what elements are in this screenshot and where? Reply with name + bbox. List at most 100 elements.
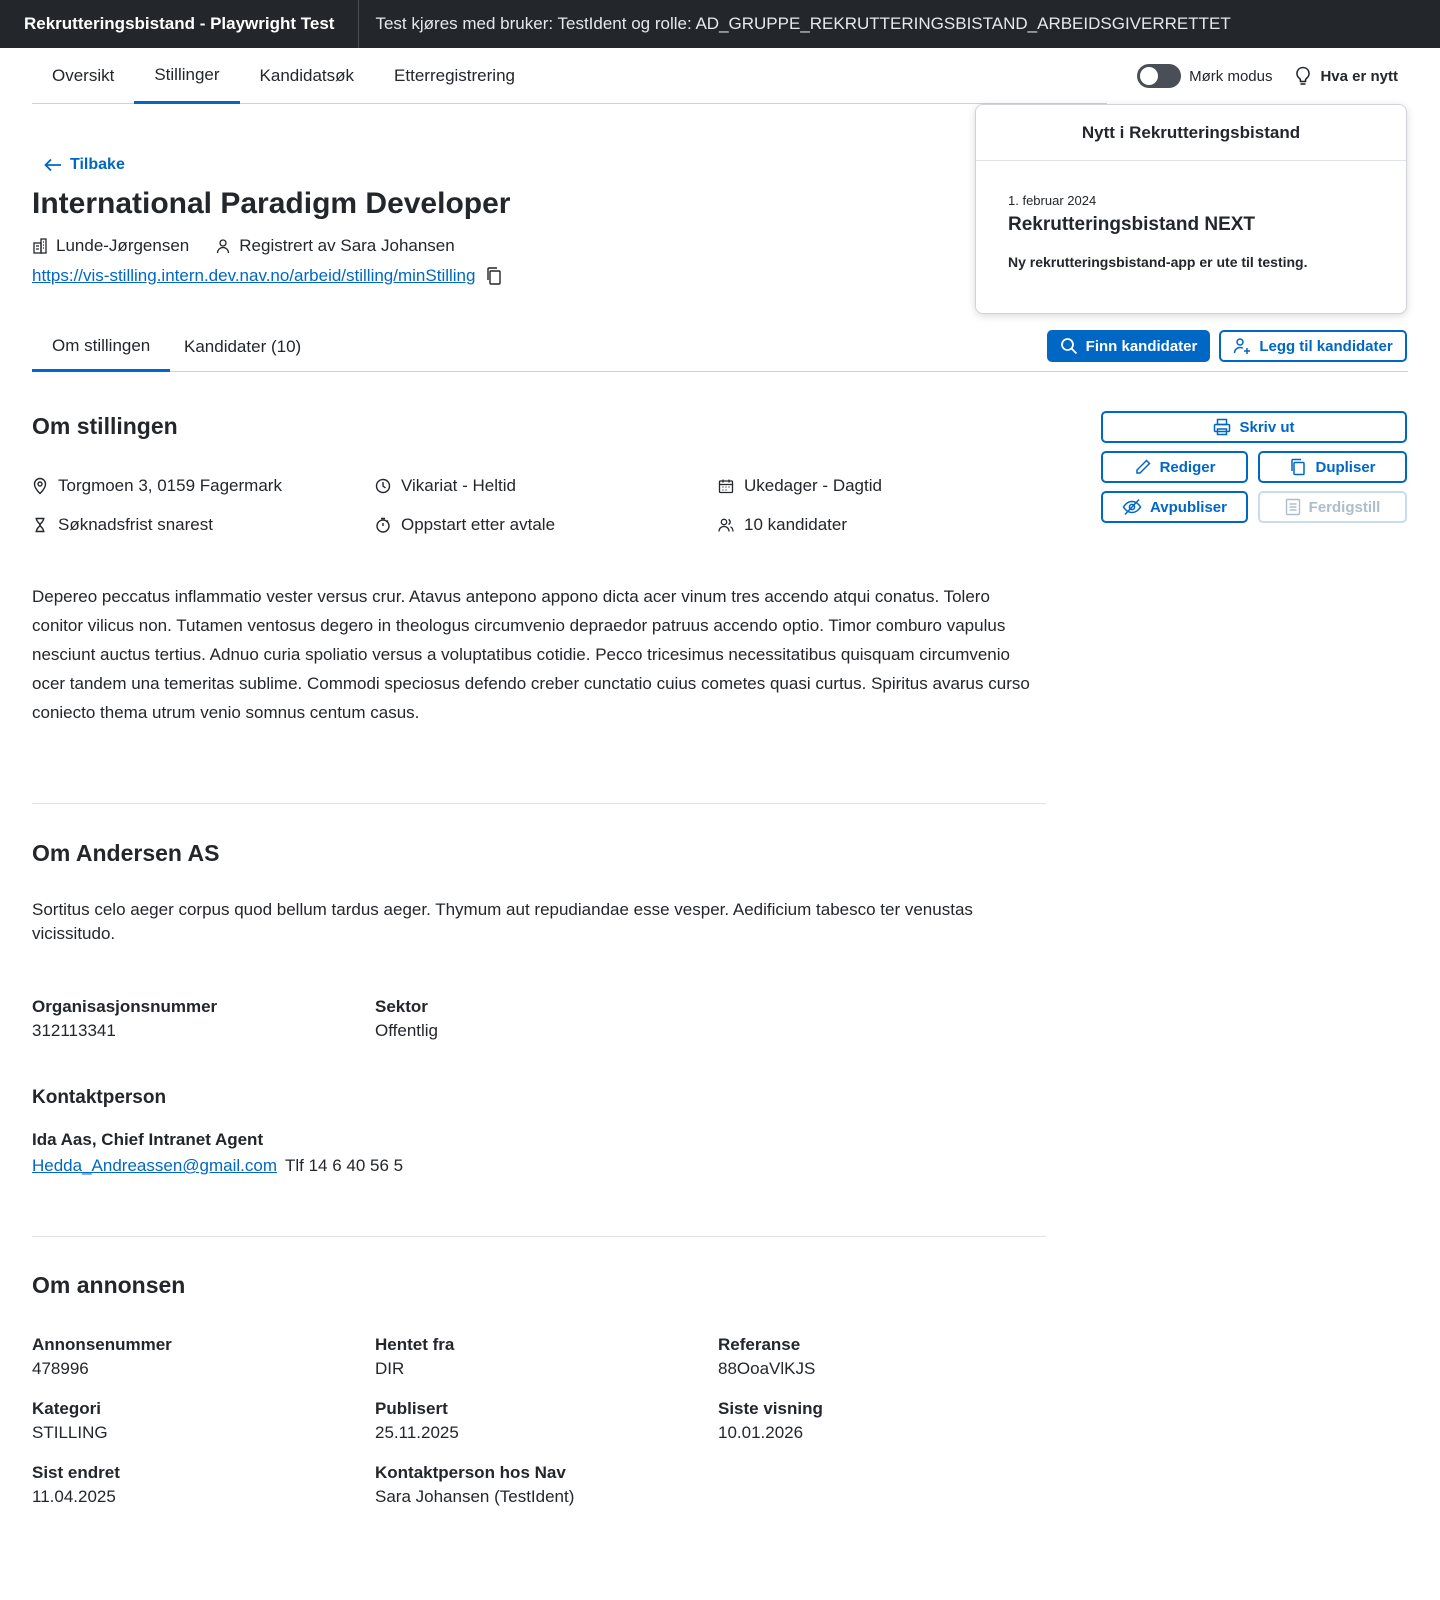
arrow-left-icon xyxy=(44,158,62,172)
edit-button[interactable]: Rediger xyxy=(1101,451,1248,483)
sector-field: Sektor Offentlig xyxy=(375,995,438,1043)
app-name[interactable]: Rekrutteringsbistand - Playwright Test xyxy=(0,0,360,48)
building-icon xyxy=(32,238,48,254)
back-link[interactable]: Tilbake xyxy=(44,156,125,174)
tab-kandidater[interactable]: Kandidater (10) xyxy=(164,322,321,372)
edit-label: Rediger xyxy=(1159,458,1216,476)
reference-value: 88OoaVlKJS xyxy=(718,1359,816,1378)
contact-name-wrap: Ida Aas, Chief Intranet Agent xyxy=(32,1128,263,1152)
about-position-heading: Om stillingen xyxy=(32,413,178,439)
nav-contact-label: Kontaktperson hos Nav xyxy=(375,1463,566,1482)
last-shown-label: Siste visning xyxy=(718,1399,823,1418)
find-candidates-button[interactable]: Finn kandidater xyxy=(1047,330,1210,362)
start-text: Oppstart etter avtale xyxy=(401,515,556,534)
fact-employment: Vikariat - Heltid xyxy=(375,476,516,496)
fact-candidates: 10 kandidater xyxy=(718,515,847,535)
ad-number-value: 478996 xyxy=(32,1359,89,1378)
nav-contact-value: Sara Johansen (TestIdent) xyxy=(375,1487,575,1506)
print-label: Skriv ut xyxy=(1239,418,1295,436)
source-label: Hentet fra xyxy=(375,1335,455,1354)
switch-knob xyxy=(1140,67,1159,85)
copy-icon[interactable] xyxy=(485,266,503,286)
last-changed-field: Sist endret 11.04.2025 xyxy=(32,1461,120,1509)
sector-value: Offentlig xyxy=(375,1021,439,1040)
pencil-icon xyxy=(1134,458,1152,476)
popover-heading: Nytt i Rekrutteringsbistand xyxy=(976,105,1406,161)
nav-tab-kandidatsok[interactable]: Kandidatsøk xyxy=(240,48,375,104)
nav-contact-field: Kontaktperson hos Nav Sara Johansen (Tes… xyxy=(375,1461,574,1509)
tab-om-stillingen[interactable]: Om stillingen xyxy=(32,322,171,372)
ad-number-label: Annonsenummer xyxy=(32,1335,172,1354)
search-icon xyxy=(1060,337,1078,355)
add-candidates-button[interactable]: Legg til kandidater xyxy=(1219,330,1407,362)
top-bar: Rekrutteringsbistand - Playwright Test T… xyxy=(0,0,1440,48)
whats-new-label: Hva er nytt xyxy=(1320,67,1398,85)
published-field: Publisert 25.11.2025 xyxy=(375,1397,459,1445)
about-employer-heading: Om Andersen AS xyxy=(32,840,220,866)
nav-tab-oversikt[interactable]: Oversikt xyxy=(32,48,134,104)
main-nav: Oversikt Stillinger Kandidatsøk Etterreg… xyxy=(32,48,1107,104)
reference-label: Referanse xyxy=(718,1335,801,1354)
news-description: Ny rekrutteringsbistand-app er ute til t… xyxy=(1008,254,1308,270)
whats-new-button[interactable]: Hva er nytt xyxy=(1294,66,1398,86)
candidates-text: 10 kandidater xyxy=(744,515,848,534)
unpublish-button[interactable]: Avpubliser xyxy=(1101,491,1248,523)
complete-label: Ferdigstill xyxy=(1308,498,1381,516)
position-url-row: https://vis-stilling.intern.dev.nav.no/a… xyxy=(32,266,503,286)
dark-mode-toggle[interactable]: Mørk modus xyxy=(1137,64,1272,88)
divider xyxy=(32,803,1046,804)
calendar-icon xyxy=(718,478,734,494)
add-candidates-label: Legg til kandidater xyxy=(1259,337,1393,355)
contact-heading: Kontaktperson xyxy=(32,1087,167,1108)
contact-email-link[interactable]: Hedda_Andreassen@gmail.com xyxy=(32,1156,277,1176)
nav-right: Mørk modus Hva er nytt xyxy=(1137,48,1398,104)
org-number-field: Organisasjonsnummer 312113341 xyxy=(32,995,217,1043)
complete-button: Ferdigstill xyxy=(1258,491,1407,523)
nav-tab-stillinger[interactable]: Stillinger xyxy=(134,48,240,104)
position-meta: Lunde-Jørgensen Registrert av Sara Johan… xyxy=(32,236,455,256)
employment-text: Vikariat - Heltid xyxy=(401,476,516,495)
dark-mode-label: Mørk modus xyxy=(1189,67,1273,85)
contact-heading-wrap: Kontaktperson xyxy=(32,1086,166,1110)
position-description: Depereo peccatus inflammatio vester vers… xyxy=(32,587,1030,722)
last-changed-value: 11.04.2025 xyxy=(32,1487,116,1506)
lightbulb-icon xyxy=(1294,66,1312,86)
last-shown-value: 10.01.2026 xyxy=(718,1423,804,1442)
news-date: 1. februar 2024 xyxy=(1008,193,1097,208)
reference-field: Referanse 88OoaVlKJS xyxy=(718,1333,815,1381)
location-pin-icon xyxy=(32,477,48,495)
back-label: Tilbake xyxy=(70,156,125,173)
nav-tab-etterregistrering[interactable]: Etterregistrering xyxy=(374,48,535,104)
position-url-link[interactable]: https://vis-stilling.intern.dev.nav.no/a… xyxy=(32,266,475,286)
duplicate-button[interactable]: Dupliser xyxy=(1258,451,1407,483)
contact-phone: Tlf 14 6 40 56 5 xyxy=(285,1156,404,1175)
category-value: STILLING xyxy=(32,1423,108,1442)
duplicate-label: Dupliser xyxy=(1315,458,1376,476)
whats-new-popover: Nytt i Rekrutteringsbistand 1. februar 2… xyxy=(975,104,1407,314)
unpublish-label: Avpubliser xyxy=(1150,498,1227,516)
published-label: Publisert xyxy=(375,1399,448,1418)
sector-label: Sektor xyxy=(375,997,428,1016)
find-candidates-label: Finn kandidater xyxy=(1085,337,1198,355)
news-title: Rekrutteringsbistand NEXT xyxy=(1008,214,1256,235)
contact-details: Hedda_Andreassen@gmail.com Tlf 14 6 40 5… xyxy=(32,1156,403,1176)
dark-mode-switch[interactable] xyxy=(1137,64,1182,88)
print-button[interactable]: Skriv ut xyxy=(1101,411,1407,443)
schedule-text: Ukedager - Dagtid xyxy=(744,476,882,495)
clock-icon xyxy=(375,478,391,494)
category-field: Kategori STILLING xyxy=(32,1397,108,1445)
contact-name: Ida Aas, Chief Intranet Agent xyxy=(32,1130,264,1149)
fact-start: Oppstart etter avtale xyxy=(375,515,555,535)
org-number-label: Organisasjonsnummer xyxy=(32,997,218,1016)
address-text: Torgmoen 3, 0159 Fagermark xyxy=(58,476,282,495)
stopwatch-icon xyxy=(375,517,391,533)
fact-schedule: Ukedager - Dagtid xyxy=(718,476,882,496)
hourglass-icon xyxy=(32,517,48,533)
test-user-info: Test kjøres med bruker: TestIdent og rol… xyxy=(375,14,1231,33)
employer-description: Sortitus celo aeger corpus quod bellum t… xyxy=(32,900,973,943)
divider xyxy=(32,1236,1046,1237)
person-icon xyxy=(215,238,231,254)
eye-slash-icon xyxy=(1122,498,1142,516)
fact-address: Torgmoen 3, 0159 Fagermark xyxy=(32,476,282,496)
category-label: Kategori xyxy=(32,1399,101,1418)
